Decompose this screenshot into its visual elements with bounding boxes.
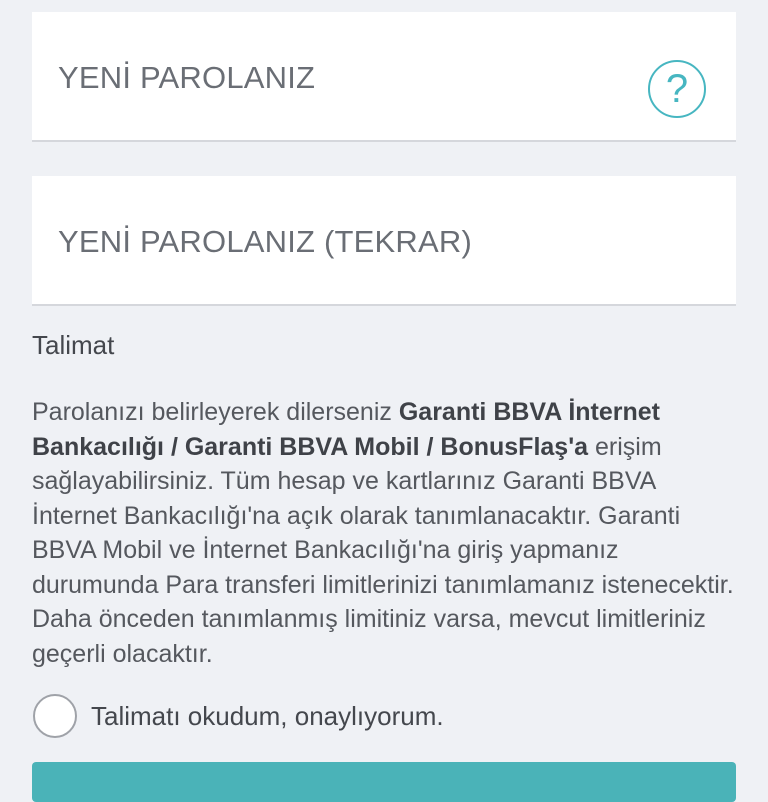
continue-button[interactable] [32,762,736,802]
new-password-repeat-field[interactable]: YENİ PAROLANIZ (TEKRAR) [32,176,736,306]
help-icon[interactable]: ? [648,60,706,118]
consent-radio[interactable] [33,694,77,738]
new-password-field[interactable]: YENİ PAROLANIZ ? [32,12,736,142]
instructions-text-body: erişim sağlayabilirsiniz. Tüm hesap ve k… [32,432,734,668]
instructions-text-intro: Parolanızı belirleyerek dilerseniz [32,398,399,426]
new-password-repeat-label: YENİ PAROLANIZ (TEKRAR) [58,224,472,259]
instructions-title: Talimat [32,330,115,360]
new-password-label: YENİ PAROLANIZ [58,60,316,95]
consent-label: Talimatı okudum, onaylıyorum. [91,700,444,731]
consent-row[interactable]: Talimatı okudum, onaylıyorum. [33,693,444,739]
instructions-text: Parolanızı belirleyerek dilerseniz Garan… [32,395,740,671]
